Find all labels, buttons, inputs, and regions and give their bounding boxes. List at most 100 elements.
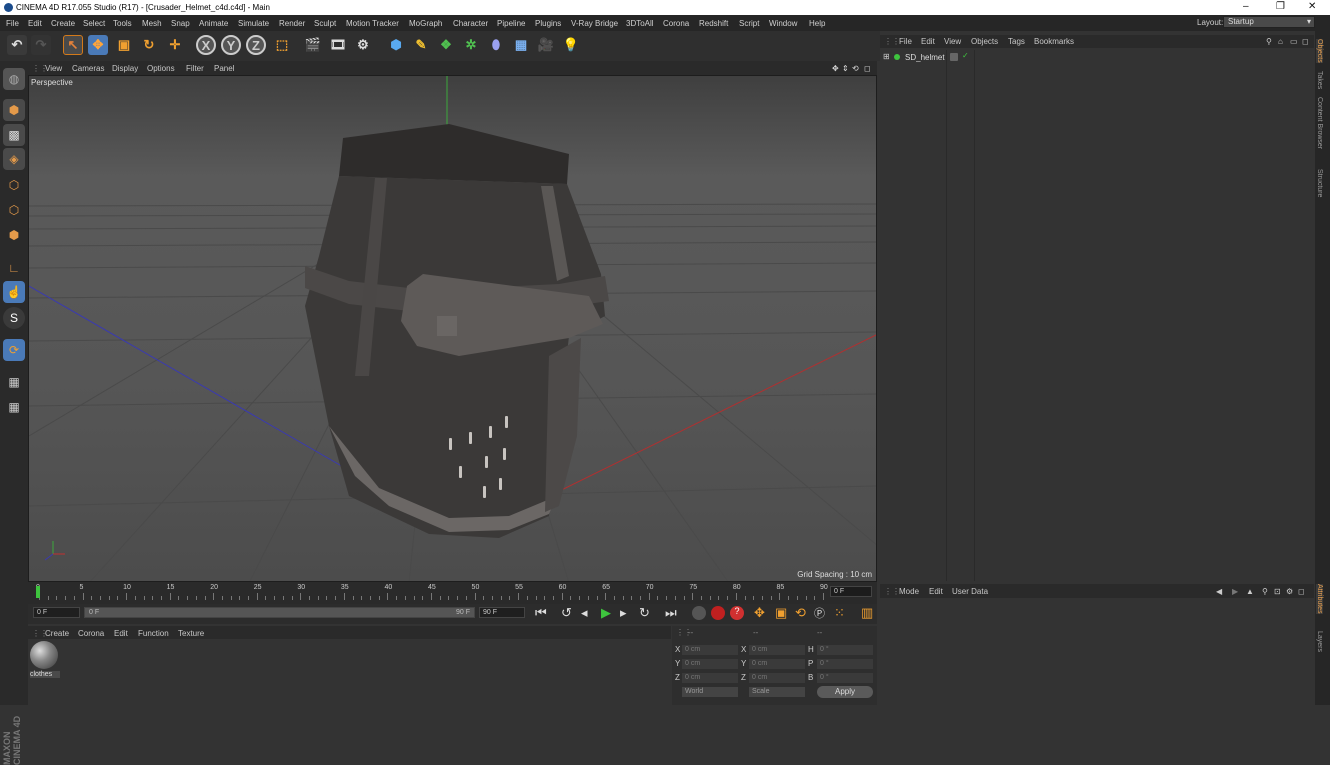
object-menu-tags[interactable]: Tags xyxy=(1008,37,1025,46)
attr-menu-mode[interactable]: Mode xyxy=(899,587,919,596)
tab-attributes[interactable]: Attributes xyxy=(1316,584,1323,614)
material-menu-function[interactable]: Function xyxy=(138,629,169,638)
viewport-menu-filter[interactable]: Filter xyxy=(186,64,204,73)
material-menu-texture[interactable]: Texture xyxy=(178,629,204,638)
menu-sculpt[interactable]: Sculpt xyxy=(314,19,336,28)
workplane-mode-icon[interactable]: ◈ xyxy=(3,148,25,170)
enabled-check-icon[interactable]: ✓ xyxy=(962,51,969,60)
redo-icon[interactable]: ↷ xyxy=(31,35,51,55)
visibility-toggle[interactable] xyxy=(950,53,958,61)
rot-b-field[interactable]: 0 ° xyxy=(817,673,873,683)
search-icon[interactable]: ⚲ xyxy=(1266,37,1272,46)
restore-button[interactable]: ❐ xyxy=(1276,1,1285,12)
menu-window[interactable]: Window xyxy=(769,19,797,28)
pos-z-field[interactable]: 0 cm xyxy=(682,673,738,683)
snap-icon[interactable]: S xyxy=(3,307,25,329)
record-disabled-icon[interactable] xyxy=(692,606,706,620)
menu-tools[interactable]: Tools xyxy=(113,19,132,28)
close-button[interactable]: ✕ xyxy=(1308,1,1316,12)
tab-layers[interactable]: Layers xyxy=(1316,631,1323,652)
magnet-icon[interactable]: ⟳ xyxy=(3,339,25,361)
make-editable-icon[interactable]: ◍ xyxy=(3,68,25,90)
play-icon[interactable]: ▶ xyxy=(601,605,611,621)
menu-redshift[interactable]: Redshift xyxy=(699,19,728,28)
menu-create[interactable]: Create xyxy=(51,19,75,28)
menu-animate[interactable]: Animate xyxy=(199,19,228,28)
collapse-icon[interactable]: ▭ xyxy=(1290,37,1298,46)
frame-range-slider[interactable]: 0 F 90 F xyxy=(84,607,475,618)
scale-icon[interactable]: ▣ xyxy=(114,35,134,55)
lock-icon[interactable]: ⊡ xyxy=(1274,587,1281,596)
size-x-field[interactable]: 0 cm xyxy=(749,645,805,655)
viewport-rotate-icon[interactable]: ⟲ xyxy=(852,64,859,73)
size-mode-select[interactable]: Scale xyxy=(749,687,805,697)
coordinate-system-icon[interactable]: ⬚ xyxy=(272,35,292,55)
pos-x-field[interactable]: 0 cm xyxy=(682,645,738,655)
subdivision-icon[interactable]: ❖ xyxy=(436,35,456,55)
current-frame-field[interactable]: 0 F xyxy=(830,586,872,597)
pos-y-field[interactable]: 0 cm xyxy=(682,659,738,669)
end-frame-field[interactable]: 90 F xyxy=(479,607,525,618)
pen-spline-icon[interactable]: ✎ xyxy=(411,35,431,55)
panel-maximize-icon[interactable]: ◻ xyxy=(1302,37,1309,46)
object-menu-file[interactable]: File xyxy=(899,37,912,46)
autokey-icon[interactable]: ? xyxy=(730,606,744,620)
menu-corona[interactable]: Corona xyxy=(663,19,689,28)
object-menu-bookmarks[interactable]: Bookmarks xyxy=(1034,37,1074,46)
tab-objects[interactable]: Objects xyxy=(1316,39,1323,63)
settings-icon[interactable]: ⚙ xyxy=(1286,587,1293,596)
attr-menu-user-data[interactable]: User Data xyxy=(952,587,988,596)
next-frame-icon[interactable]: ▸ xyxy=(620,605,627,621)
viewport-menu-view[interactable]: View xyxy=(45,64,62,73)
forward-arrow-icon[interactable]: ▶ xyxy=(1232,587,1238,596)
tab-takes[interactable]: Takes xyxy=(1316,71,1323,89)
back-arrow-icon[interactable]: ◀ xyxy=(1216,587,1222,596)
search-icon[interactable]: ⚲ xyxy=(1262,587,1268,596)
lock-z-axis-icon[interactable]: Z xyxy=(246,35,266,55)
menu-mesh[interactable]: Mesh xyxy=(142,19,162,28)
object-row[interactable]: ⊞ SD_helmet xyxy=(880,52,974,63)
menu-render[interactable]: Render xyxy=(279,19,305,28)
texture-mode-icon[interactable]: ▩ xyxy=(3,124,25,146)
menu-select[interactable]: Select xyxy=(83,19,105,28)
menu-help[interactable]: Help xyxy=(809,19,825,28)
up-arrow-icon[interactable]: ▲ xyxy=(1246,587,1254,596)
start-frame-field[interactable]: 0 F xyxy=(33,607,80,618)
planar-workplane-icon[interactable]: ▦ xyxy=(3,396,25,418)
menu-vray-bridge[interactable]: V-Ray Bridge xyxy=(571,19,618,28)
tweak-mode-icon[interactable]: ☝ xyxy=(3,281,25,303)
size-z-field[interactable]: 0 cm xyxy=(749,673,805,683)
menu-simulate[interactable]: Simulate xyxy=(238,19,269,28)
size-y-field[interactable]: 0 cm xyxy=(749,659,805,669)
material-menu-create[interactable]: Create xyxy=(45,629,69,638)
edges-mode-icon[interactable]: ⬡ xyxy=(3,199,25,221)
object-menu-view[interactable]: View xyxy=(944,37,961,46)
light-icon[interactable]: 💡 xyxy=(561,35,581,55)
object-menu-objects[interactable]: Objects xyxy=(971,37,998,46)
menu-3dtoall[interactable]: 3DToAll xyxy=(626,19,654,28)
3d-viewport[interactable]: Perspective Grid Spacing : 10 cm xyxy=(28,75,877,582)
points-mode-icon[interactable]: ⬡ xyxy=(3,174,25,196)
viewport-menu-cameras[interactable]: Cameras xyxy=(72,64,104,73)
recent-tool-icon[interactable]: ✛ xyxy=(165,35,185,55)
floor-icon[interactable]: ▦ xyxy=(511,35,531,55)
menu-pipeline[interactable]: Pipeline xyxy=(497,19,525,28)
home-icon[interactable]: ⌂ xyxy=(1278,37,1283,46)
key-param-icon[interactable]: Ⓟ xyxy=(814,605,825,621)
camera-icon[interactable]: 🎥 xyxy=(536,35,556,55)
menu-edit[interactable]: Edit xyxy=(28,19,42,28)
camera-label[interactable]: Perspective xyxy=(31,78,73,87)
viewport-menu-display[interactable]: Display xyxy=(112,64,138,73)
locked-workplane-icon[interactable]: ▦ xyxy=(3,371,25,393)
goto-end-icon[interactable]: ⏭ xyxy=(665,605,677,621)
live-selection-icon[interactable]: ↖ xyxy=(63,35,83,55)
playhead[interactable] xyxy=(36,586,40,598)
menu-mograph[interactable]: MoGraph xyxy=(409,19,442,28)
material-swatch[interactable]: clothes xyxy=(30,641,60,681)
polygons-mode-icon[interactable]: ⬢ xyxy=(3,224,25,246)
viewport-zoom-icon[interactable]: ⇕ xyxy=(842,64,849,73)
viewport-maximize-icon[interactable]: ◻ xyxy=(864,64,871,73)
menu-file[interactable]: File xyxy=(6,19,19,28)
lock-y-axis-icon[interactable]: Y xyxy=(221,35,241,55)
viewport-menu-panel[interactable]: Panel xyxy=(214,64,234,73)
